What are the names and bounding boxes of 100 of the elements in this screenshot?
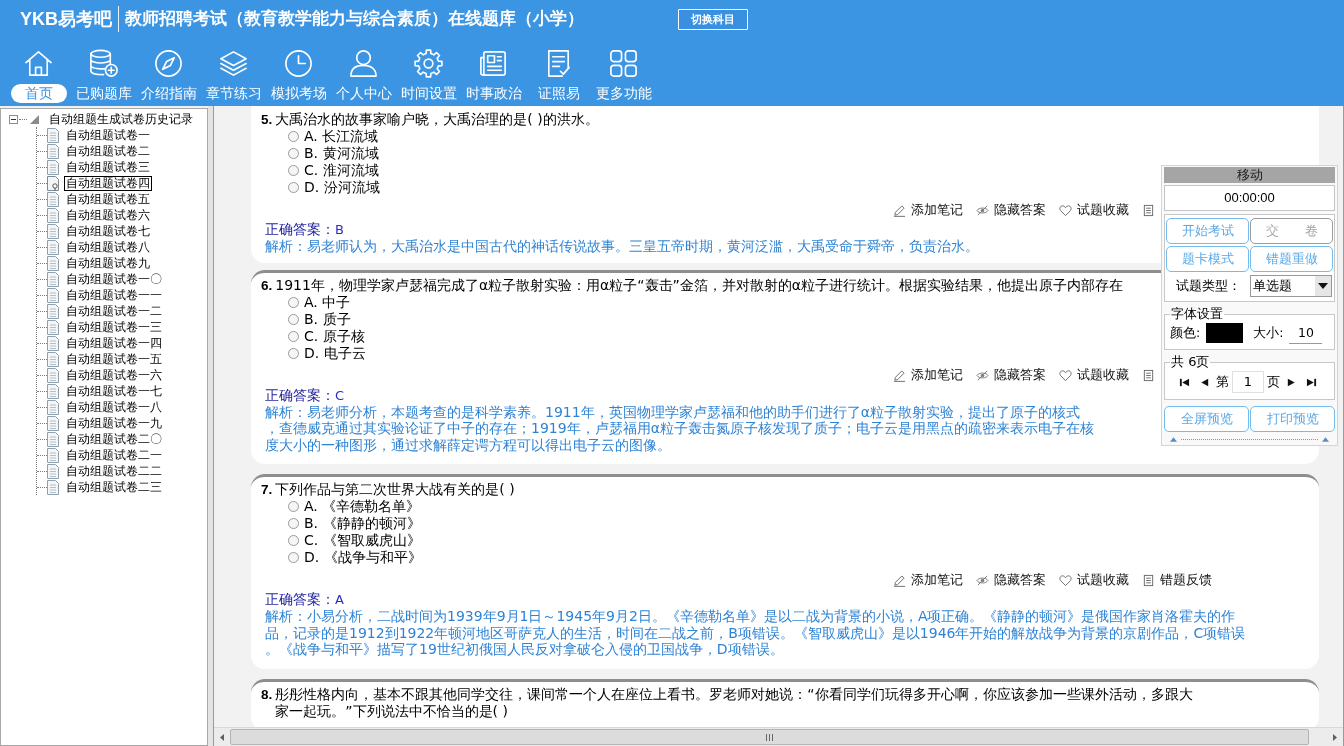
tree-item[interactable]: 自动组题试卷一五 xyxy=(64,351,164,367)
up-arrow-icon[interactable] xyxy=(1322,437,1329,442)
radio-button[interactable] xyxy=(288,182,299,193)
tree-item[interactable]: 自动组题试卷六 xyxy=(64,207,152,223)
document-icon xyxy=(1142,203,1155,217)
radio-button[interactable] xyxy=(288,148,299,159)
tree-item[interactable]: 自动组题试卷九 xyxy=(64,255,152,271)
document-icon xyxy=(47,479,59,495)
size-label: 大小: xyxy=(1253,324,1284,342)
radio-button[interactable] xyxy=(288,347,299,359)
tree-item[interactable]: 自动组题试卷二三 xyxy=(64,479,164,495)
radio-button[interactable] xyxy=(288,313,299,325)
document-pin-icon xyxy=(47,175,59,191)
previous-page-icon[interactable] xyxy=(1199,376,1210,388)
document-icon xyxy=(47,143,59,159)
document-icon xyxy=(1142,369,1155,382)
favorite-button[interactable]: 试题收藏 xyxy=(1059,366,1129,385)
tree-item[interactable]: 自动组题试卷一七 xyxy=(64,383,164,399)
favorite-button[interactable]: 试题收藏 xyxy=(1059,201,1129,219)
tree-item[interactable]: 自动组题试卷一一 xyxy=(64,287,164,303)
tree-item[interactable]: 自动组题试卷二〇 xyxy=(64,431,164,447)
page-number-field[interactable]: 1 xyxy=(1232,371,1264,393)
next-page-icon[interactable] xyxy=(1286,376,1297,388)
option-text: D. 电子云 xyxy=(304,344,366,362)
tree-item[interactable]: 自动组题试卷八 xyxy=(64,239,152,255)
analysis-text: 解析：小易分析，二战时间为1939年9月1日～1945年9月2日。《辛德勒名单》是以二战为背景的小说，A项正确。《静静的顿河》是俄国作家肖洛霍夫的作 品，记录的是1912到1922年顿河地区哥萨克人的生活，时间在二战之前，B项错误。《智取威虎山》是以1946年开始的解放战争为背景的京剧作品，C项错误 。《战争与和平》描写了19世纪初俄国人民反对拿破仑入侵的卫国战争，D项错误。 xyxy=(265,608,1246,658)
document-icon xyxy=(47,415,59,431)
tree-item[interactable]: 自动组题试卷五 xyxy=(64,191,152,207)
hide-answer-button[interactable]: 隐藏答案 xyxy=(976,366,1046,385)
hidden-eye-icon xyxy=(976,369,989,382)
answer-label: 正确答案： xyxy=(265,591,335,607)
document-icon xyxy=(47,463,59,479)
app-title: 教师招聘考试（教育教学能力与综合素质）在线题库（小学） xyxy=(125,8,584,30)
answer-value: C xyxy=(335,387,345,403)
question-text: 大禹治水的故事家喻户晓，大禹治理的是( )的洪水。 xyxy=(275,111,599,128)
up-arrow-icon[interactable] xyxy=(1170,437,1177,442)
hidden-eye-icon xyxy=(976,573,989,587)
hide-answer-button[interactable]: 隐藏答案 xyxy=(976,571,1046,589)
group-label: 字体设置 xyxy=(1170,307,1224,321)
answer-label: 正确答案： xyxy=(265,221,335,237)
database-plus-icon xyxy=(88,48,119,79)
question-number: 8. xyxy=(261,685,273,704)
radio-button[interactable] xyxy=(288,552,299,563)
document-icon xyxy=(47,255,59,271)
first-page-icon[interactable] xyxy=(1179,376,1190,388)
group-label: 共 6页 xyxy=(1170,355,1211,369)
pencil-icon xyxy=(893,203,906,217)
heart-icon xyxy=(1059,573,1072,587)
radio-button[interactable] xyxy=(288,165,299,176)
radio-button[interactable] xyxy=(288,518,299,529)
document-icon xyxy=(47,319,59,335)
radio-button[interactable] xyxy=(288,535,299,546)
tree-item[interactable]: 自动组题试卷一三 xyxy=(64,319,164,335)
feedback-button[interactable]: 错题反馈 xyxy=(1142,571,1212,589)
tree-item[interactable]: 自动组题试卷一六 xyxy=(64,367,164,383)
tree-item[interactable]: 自动组题试卷七 xyxy=(64,223,152,239)
add-note-button[interactable]: 添加笔记 xyxy=(893,201,963,219)
favorite-button[interactable]: 试题收藏 xyxy=(1059,571,1129,589)
tree-item[interactable]: 自动组题试卷一〇 xyxy=(64,271,164,287)
panel-title[interactable]: 移动 xyxy=(1164,167,1335,183)
radio-button[interactable] xyxy=(288,131,299,142)
question-type-dropdown[interactable]: 单选题 xyxy=(1250,275,1332,297)
timer-display: 00:00:00 xyxy=(1164,185,1335,211)
tree-item[interactable]: 自动组题试卷三 xyxy=(64,159,152,175)
page-prefix: 第 xyxy=(1216,373,1229,391)
color-swatch[interactable] xyxy=(1206,323,1244,343)
document-icon xyxy=(47,271,59,287)
option-text: A. 《辛德勒名单》 xyxy=(304,498,421,515)
tree-item[interactable]: 自动组题试卷二 xyxy=(64,143,152,159)
tree-item[interactable]: 自动组题生成试卷历史记录 xyxy=(47,111,195,127)
tree-item[interactable]: 自动组题试卷二一 xyxy=(64,447,164,463)
font-size-field[interactable]: 10 xyxy=(1289,322,1323,344)
tree-item[interactable]: 自动组题试卷一四 xyxy=(64,335,164,351)
radio-button[interactable] xyxy=(288,330,299,342)
option-text: B. 《静静的顿河》 xyxy=(304,515,421,532)
option-text: C. 原子核 xyxy=(304,327,365,345)
hide-answer-button[interactable]: 隐藏答案 xyxy=(976,201,1046,219)
tree-item[interactable]: 自动组题试卷一 xyxy=(64,127,152,143)
radio-button[interactable] xyxy=(288,296,299,308)
add-note-button[interactable]: 添加笔记 xyxy=(893,571,963,589)
scrollbar-thumb[interactable] xyxy=(230,729,1309,745)
collapse-toggle-icon[interactable] xyxy=(9,114,18,124)
radio-button[interactable] xyxy=(288,501,299,512)
question-text: 1911年，物理学家卢瑟福完成了α粒子散射实验：用α粒子“轰击”金箔，并对散射的α粒子进行统计。根据实验结果，他提出原子内部存在 xyxy=(275,276,1124,294)
tree-item[interactable]: 自动组题试卷一八 xyxy=(64,399,164,415)
last-page-icon[interactable] xyxy=(1306,376,1317,388)
heart-icon xyxy=(1059,369,1072,382)
color-label: 颜色: xyxy=(1170,324,1201,342)
page-suffix: 页 xyxy=(1267,373,1280,391)
tree-item[interactable]: 自动组题试卷四 xyxy=(64,175,152,191)
horizontal-scrollbar[interactable] xyxy=(214,727,1343,746)
document-icon xyxy=(47,207,59,223)
question-text: 下列作品与第二次世界大战有关的是( ) xyxy=(275,481,515,498)
person-icon xyxy=(348,48,379,79)
document-icon xyxy=(47,303,59,319)
tree-item[interactable]: 自动组题试卷二二 xyxy=(64,463,164,479)
tree-item[interactable]: 自动组题试卷一九 xyxy=(64,415,164,431)
tree-item[interactable]: 自动组题试卷一二 xyxy=(64,303,164,319)
add-note-button[interactable]: 添加笔记 xyxy=(893,366,963,385)
question-number: 5. xyxy=(261,111,273,128)
